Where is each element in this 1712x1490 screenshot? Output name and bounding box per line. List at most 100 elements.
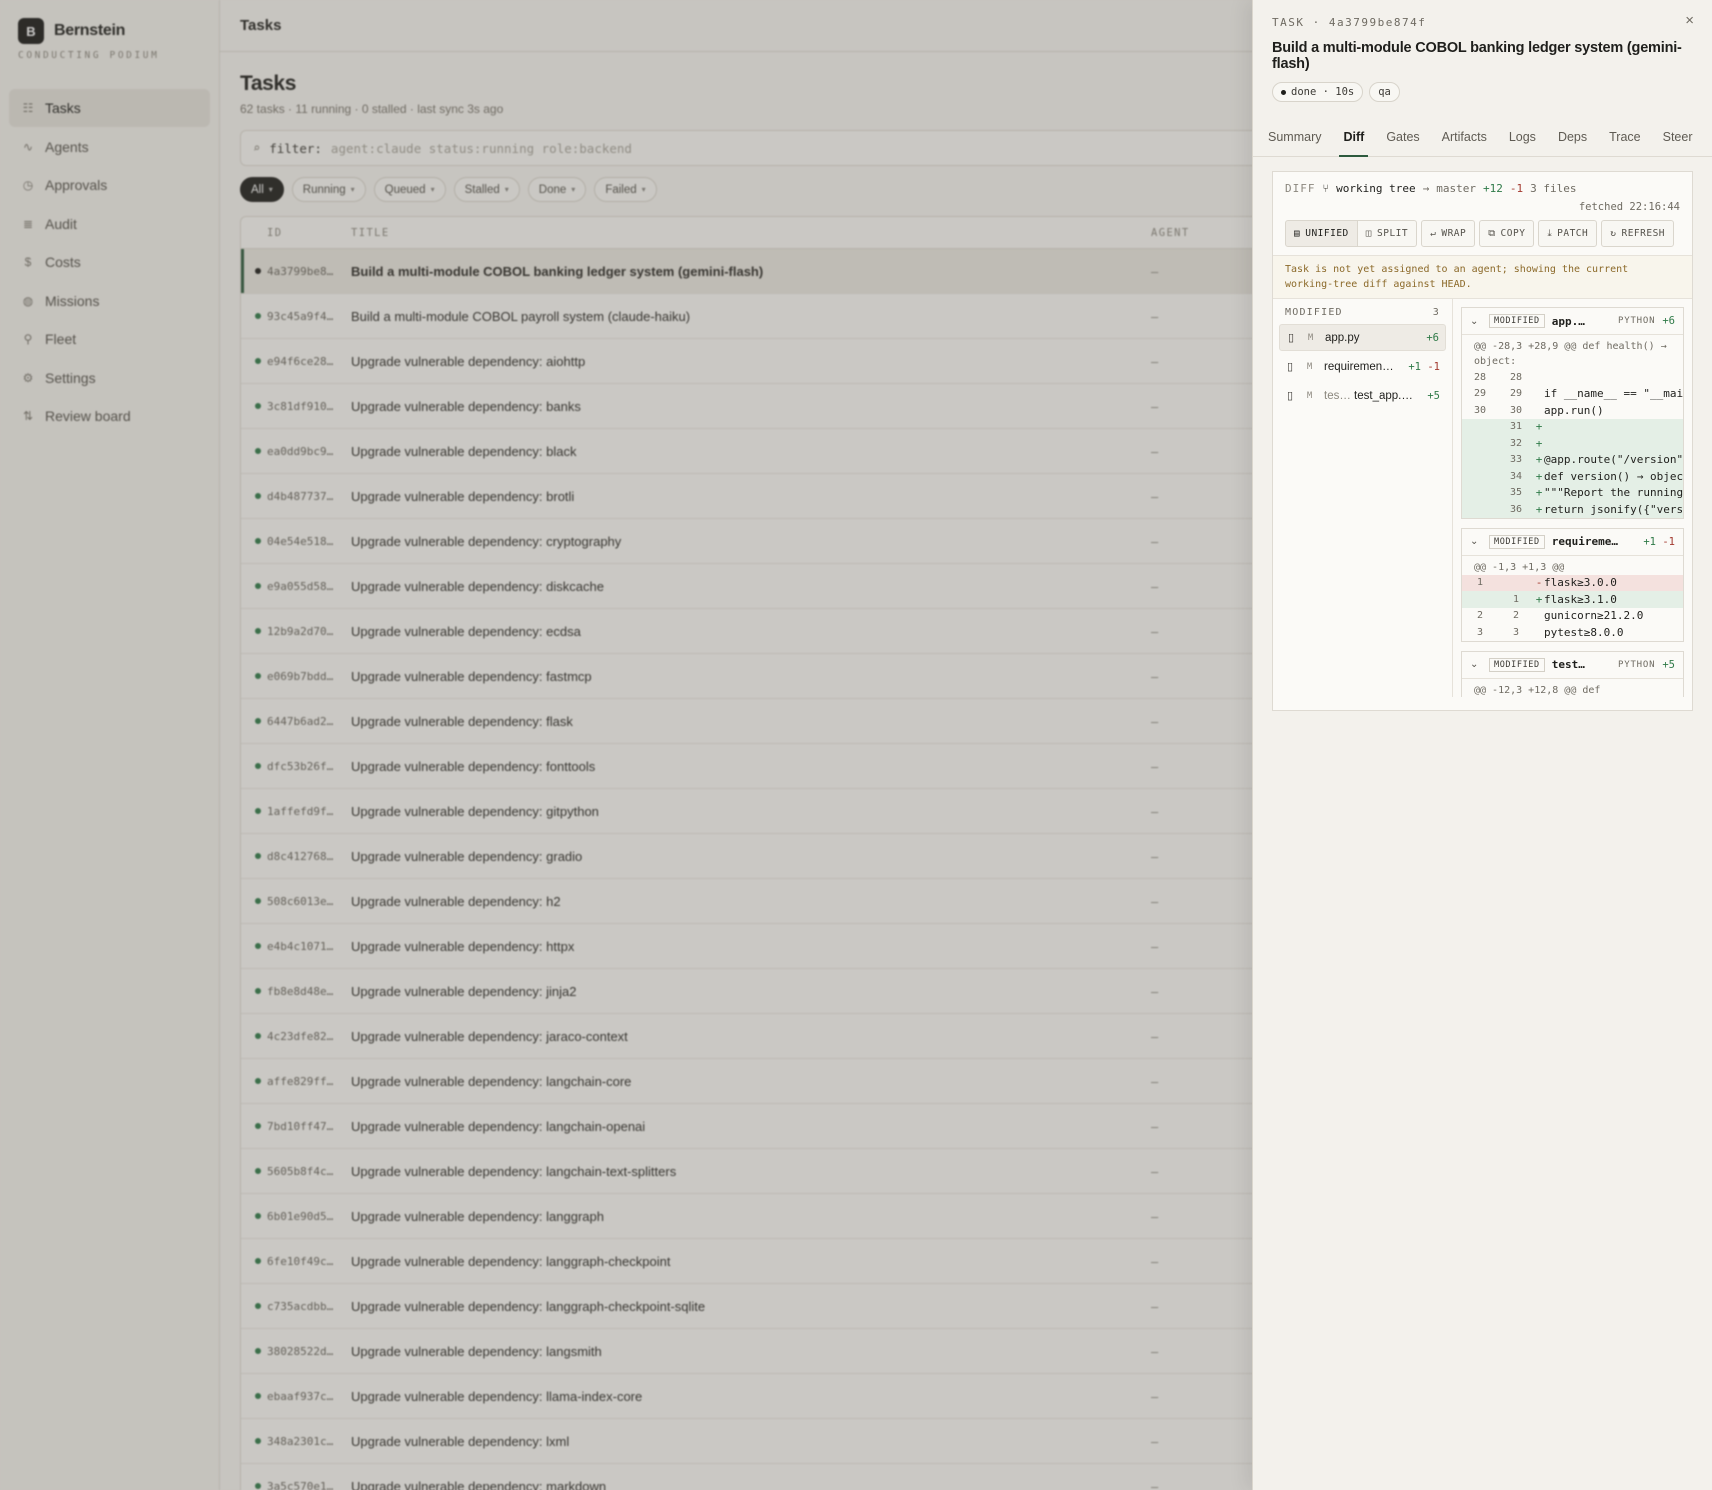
diff-sign: + [1535,436,1543,450]
tab-gates[interactable]: Gates [1375,118,1430,156]
diff-removed: -1 [1509,182,1524,195]
refresh-button[interactable]: ↻ REFRESH [1601,220,1675,247]
file-diff-header[interactable]: ⌄ MODIFIED test… PYTHON +5 [1462,652,1683,679]
copy-button[interactable]: ⧉ COPY [1479,220,1535,247]
diff-file-added: +5 [1662,658,1675,671]
language-tag: PYTHON [1618,316,1656,326]
diff-line: 30 30 app.run() [1462,402,1683,419]
patch-button[interactable]: ⤓ PATCH [1538,220,1598,247]
diff-sign: - [1535,576,1543,590]
file-added: +5 [1427,389,1440,402]
code-text: pytest≥8.0.0 [1544,625,1624,639]
chevron-down-icon[interactable]: ⌄ [1470,316,1482,327]
chevron-down-icon[interactable]: ⌄ [1470,536,1482,547]
status-dot-icon [1281,89,1286,95]
diff-line: 2 2 gunicorn≥21.2.0 [1462,608,1683,625]
file-status-marker: M [1308,332,1314,343]
new-line-number: 34 [1509,470,1523,482]
changed-file-item[interactable]: ▯ Mtes… test_app.… +5 [1279,382,1446,409]
tab-diff[interactable]: Diff [1332,118,1375,157]
new-line-number: 35 [1509,487,1523,499]
code-text: flask≥3.0.0 [1544,576,1617,590]
diff-file-removed: -1 [1662,535,1675,548]
split-button[interactable]: ◫ SPLIT [1357,220,1418,247]
diff-line: 34 + def version() → object: [1462,468,1683,485]
modified-tag: MODIFIED [1489,314,1545,328]
file-name: tes… test_app.… [1324,390,1420,402]
diff-body: MODIFIED 3 ▯ Mapp.py +6 ▯ Mrequiremen… +1 -1 ▯… [1273,299,1692,697]
wrap-button[interactable]: ↵ WRAP [1421,220,1476,247]
tab-steer[interactable]: Steer [1652,118,1704,156]
diff-line: 29 29 if __name__ == "__main__": [1462,386,1683,403]
file-stat: +1 -1 [1408,361,1440,373]
tab-trace[interactable]: Trace [1598,118,1652,156]
diff-sign: + [1535,420,1543,434]
old-line-number: 3 [1476,626,1484,638]
file-stat: +5 [1427,390,1440,402]
task-badges: done · 10s qa [1272,82,1693,102]
unified-icon: ▤ [1294,228,1301,239]
tab-deps[interactable]: Deps [1547,118,1598,156]
code-text: if __name__ == "__main__": [1544,387,1683,401]
diff-sign: + [1535,453,1543,467]
refresh-icon: ↻ [1610,228,1617,239]
diff-file-name: test… [1551,658,1585,671]
tab-artifacts[interactable]: Artifacts [1431,118,1498,156]
diff-target: master [1436,182,1476,195]
file-status-marker: M [1307,361,1313,372]
old-line-number: 2 [1476,610,1484,622]
file-diff-header[interactable]: ⌄ MODIFIED app.… PYTHON +6 [1462,308,1683,335]
modified-tag: MODIFIED [1489,534,1545,549]
file-diff-block: ⌄ MODIFIED requireme… +1 -1 @@ -1,3 +1,3 @@ 1… [1461,527,1684,642]
new-line-number: 33 [1509,454,1523,466]
file-name: requiremen… [1324,361,1401,373]
tab-summary[interactable]: Summary [1257,118,1332,156]
hunk-header: @@ -28,3 +28,9 @@ def health() → object: [1474,341,1667,367]
chevron-down-icon[interactable]: ⌄ [1470,659,1482,670]
drawer-header: TASK · 4a3799be874f × Build a multi-modu… [1253,0,1712,102]
old-line-number: 30 [1473,404,1487,416]
role-badge: qa [1369,82,1400,102]
view-mode-group: ▤ UNIFIED ◫ SPLIT [1285,220,1418,247]
diff-line: 1 - flask≥3.0.0 [1462,574,1683,591]
diff-sign: + [1535,469,1543,483]
file-diff-header[interactable]: ⌄ MODIFIED requireme… +1 -1 [1462,529,1683,556]
file-diff-icon: ▯ [1287,360,1294,373]
unified-button[interactable]: ▤ UNIFIED [1285,220,1358,247]
file-dir: tes… [1324,389,1351,402]
tab-logs[interactable]: Logs [1498,118,1547,156]
diff-line: 36 + return jsonify({"version": ...}) [1462,501,1683,518]
code-text: @app.route("/version") [1544,453,1683,467]
git-branch-icon: ⑂ [1322,182,1330,195]
changed-file-item[interactable]: ▯ Mrequiremen… +1 -1 [1279,353,1446,380]
file-diff-icon: ▯ [1288,331,1295,344]
diff-line: 1 + flask≥3.1.0 [1462,591,1683,608]
diff-line: 35 + """Report the running version.""" [1462,484,1683,501]
task-title: Build a multi-module COBOL banking ledge… [1272,40,1682,72]
code-text: return jsonify({"version": ...}) [1544,502,1683,516]
diff-panel: DIFF ⑂ working tree → master +12 -1 3 fi… [1272,171,1693,711]
fetched-time: fetched 22:16:44 [1578,201,1680,213]
file-added: +1 [1408,360,1422,373]
file-removed: -1 [1427,360,1440,373]
file-basename: requiremen… [1324,360,1394,373]
code-text: """Report the running version.""" [1544,486,1683,500]
task-detail-drawer: TASK · 4a3799be874f × Build a multi-modu… [1252,0,1712,1490]
diff-line: 32 + [1462,435,1683,452]
diff-sign: + [1535,502,1543,516]
old-line-number: 28 [1473,371,1487,383]
close-icon[interactable]: × [1685,12,1694,29]
language-tag: PYTHON [1618,659,1656,670]
diff-sign: + [1535,592,1543,606]
new-line-number: 28 [1509,371,1523,383]
diff-file-stat: +6 [1662,315,1675,327]
new-line-number: 2 [1512,610,1520,622]
file-stat: +6 [1426,332,1439,344]
diff-file-count: 3 files [1530,182,1577,195]
changed-file-item[interactable]: ▯ Mapp.py +6 [1279,324,1446,351]
code-text: gunicorn≥21.2.0 [1544,609,1644,623]
hunk-header: @@ -12,3 +12,8 @@ def [1474,684,1601,696]
copy-icon: ⧉ [1488,228,1496,239]
new-line-number: 29 [1509,388,1523,400]
new-line-number: 1 [1512,593,1520,605]
